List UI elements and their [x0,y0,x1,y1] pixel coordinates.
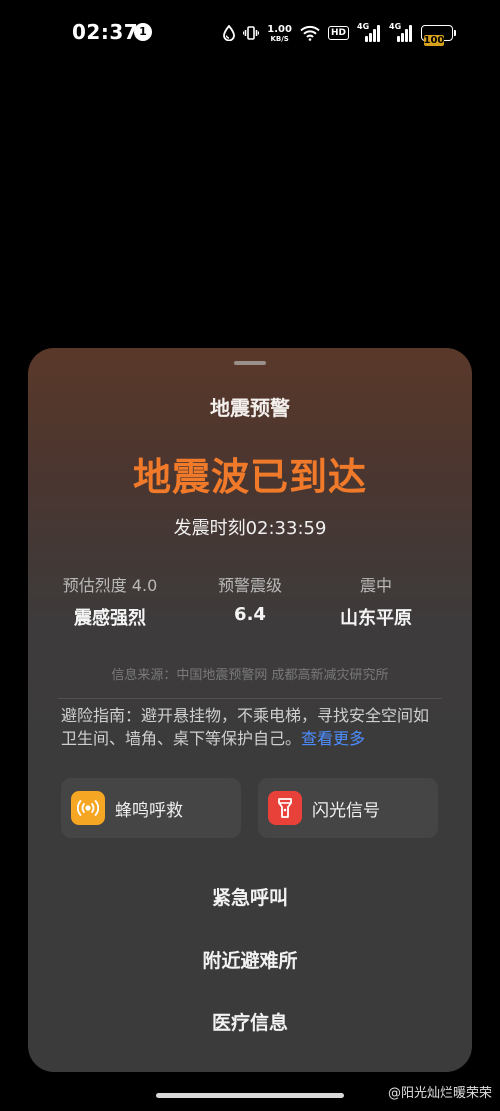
buzzer-sos-label: 蜂鸣呼救 [115,800,183,821]
buzzer-sos-button[interactable]: 蜂鸣呼救 [61,778,241,838]
stat-epicenter: 震中 山东平原 [302,572,450,630]
hd-voice-icon: HD [327,26,349,40]
battery-icon: 100 [421,22,456,46]
signal1-label: 4G [357,22,370,31]
stat-intensity: 预估烈度 4.0 震感强烈 [36,572,184,630]
signal-icon-sim2: 4G [389,22,413,42]
divider [58,698,442,699]
quake-stats: 预估烈度 4.0 震感强烈 预警震级 6.4 震中 山东平原 [28,572,472,632]
flash-signal-label: 闪光信号 [312,800,380,821]
vibrate-icon [243,22,260,44]
alarm-icon [71,791,105,825]
sheet-title: 地震预警 [210,396,290,420]
stat-intensity-label: 预估烈度 4.0 [62,576,158,595]
safety-guide-text: 避险指南：避开悬挂物，不乘电梯，寻找安全空间如卫生间、墙角、桌下等保护自己。 [61,706,430,748]
net-speed: 1.00 KB/S [267,22,292,44]
watermark: @阳光灿烂暖荣荣 [388,1082,492,1101]
net-speed-unit: KB/S [270,34,289,43]
net-speed-value: 1.00 [267,23,292,35]
flashlight-icon [268,791,302,825]
view-more-link[interactable]: 查看更多 [301,729,365,748]
alert-headline: 地震波已到达 [132,455,367,499]
flash-signal-button[interactable]: 闪光信号 [258,778,438,838]
earthquake-alert-sheet: 地震预警 地震波已到达 发震时刻02:33:59 预估烈度 4.0 震感强烈 预… [28,348,472,1072]
signal-icon-sim1: 4G [357,22,381,42]
stat-epicenter-value: 山东平原 [340,608,412,629]
medical-info-button[interactable]: 医疗信息 [28,1003,472,1043]
safety-guide: 避险指南：避开悬挂物，不乘电梯，寻找安全空间如卫生间、墙角、桌下等保护自己。查看… [61,704,441,750]
wifi-icon [300,22,320,44]
info-source: 信息来源：中国地震预警网 成都高新减灾研究所 [111,668,389,683]
stat-epicenter-label: 震中 [359,576,392,595]
status-bar: 02:37 1 1.00 KB/S HD 4G 4G 100 [0,0,500,66]
signal2-label: 4G [389,22,402,31]
battery-level: 100 [423,34,445,46]
status-icons: 1.00 KB/S HD 4G 4G 100 [223,22,456,46]
stat-intensity-value: 震感强烈 [74,608,146,629]
notification-badge: 1 [134,23,152,41]
drag-handle[interactable] [234,361,266,365]
drop-icon [223,22,236,44]
home-indicator[interactable] [156,1093,344,1098]
emergency-call-button[interactable]: 紧急呼叫 [28,878,472,918]
nearby-shelter-button[interactable]: 附近避难所 [28,941,472,981]
quake-time: 发震时刻02:33:59 [173,518,327,539]
status-time: 02:37 [72,20,139,44]
watermark-text: @阳光灿烂暖荣荣 [387,1086,492,1101]
